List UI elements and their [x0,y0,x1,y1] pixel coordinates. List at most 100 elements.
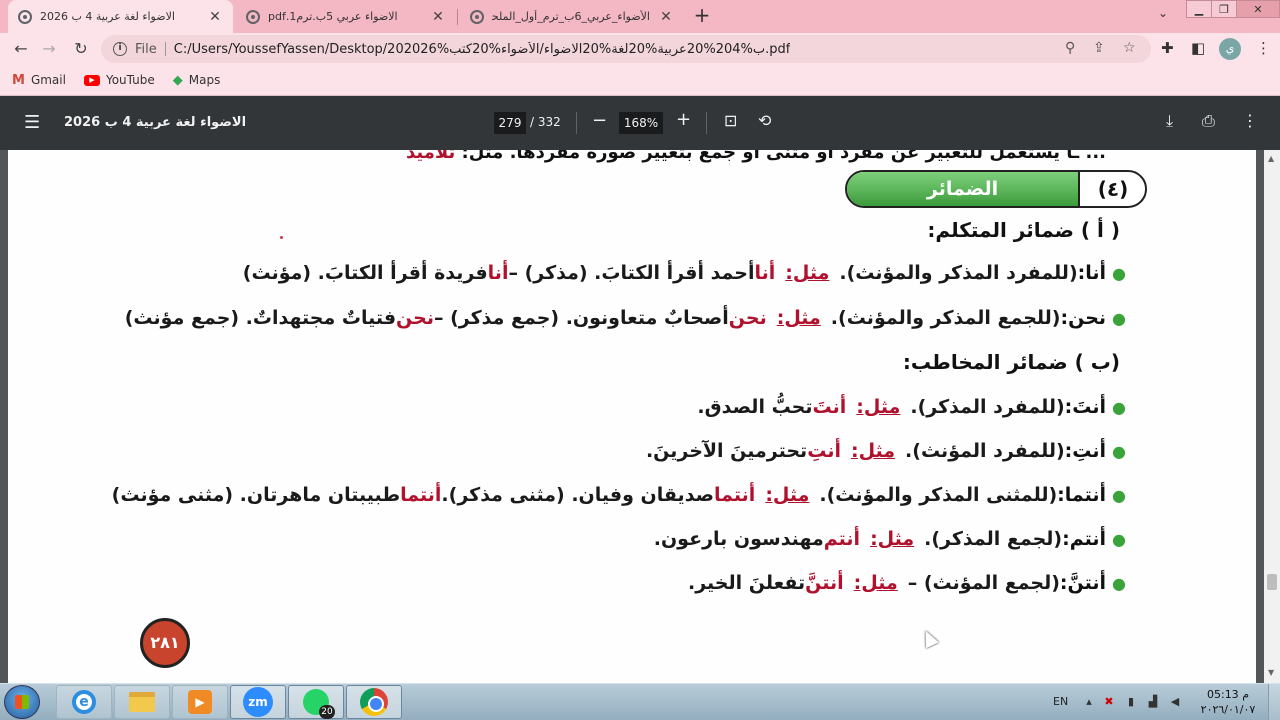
pronoun-usage: (لجمع المذكر). [924,528,1063,550]
new-tab-plus-icon[interactable]: + [690,4,714,28]
more-options-icon[interactable]: ⋮ [1242,111,1258,130]
example-label: مثل: [856,396,901,418]
address-divider [164,42,166,56]
taskbar-media-player[interactable]: ▶ [172,685,228,719]
clock[interactable]: 05:13 م ٢٠٢٦/٠١/٠٧ [1196,687,1260,717]
tab-close-icon[interactable]: ✕ [430,9,446,25]
taskbar-internet-explorer[interactable]: e [56,685,112,719]
bullet-icon: ● [1112,308,1126,328]
bookmark-youtube[interactable]: ▶ YouTube [83,73,155,87]
example-text: تحبُّ الصدق. [697,396,813,418]
share-icon[interactable]: ⇪ [1093,40,1105,56]
forward-arrow-icon[interactable]: → [38,38,60,60]
tab-search-chevron-icon[interactable]: ⌄ [1158,6,1168,20]
example-label: مثل: [853,572,898,594]
tab-close-icon[interactable]: ✕ [658,9,674,25]
pronoun-row: ● أنتَ: (للمفرد المذكر). مثل: أنتَ تحبُّ… [697,396,1126,418]
info-icon[interactable]: i [113,42,127,56]
tab-2[interactable]: الاضواء عربي 5ب.ترم1.pdf ✕ [236,0,456,33]
zoom-magnifier-icon[interactable]: ⚲ [1065,40,1075,56]
vertical-scrollbar[interactable]: ▲ ▼ [1264,150,1280,683]
folder-icon [129,692,155,712]
tab-favicon-icon [470,9,484,24]
pronoun-row: ● نحن: (للجمع المذكر والمؤنث). مثل: نحن … [125,307,1126,329]
example-pronoun: أنا [487,262,509,284]
download-icon[interactable]: ⤓ [1166,111,1173,131]
toolbar-divider [576,112,577,134]
scroll-up-arrow-icon[interactable]: ▲ [1268,154,1274,163]
pronoun: أنتَ: [1064,396,1107,418]
toolbar-divider [706,112,707,134]
restore-icon[interactable]: ❐ [1211,0,1237,18]
zoom-in-icon[interactable]: + [676,109,691,130]
sidebar-menu-icon[interactable]: ☰ [24,114,40,132]
fit-to-page-icon[interactable]: ⊡ [724,111,737,130]
network-error-icon[interactable]: ✖ [1102,696,1116,708]
start-button-windows-icon[interactable] [4,685,40,719]
show-desktop-button[interactable] [1268,684,1280,720]
tab-strip: الاضواء لغة عربية 4 ب 2026 ✕ الاضواء عرب… [0,0,1280,33]
tab-close-icon[interactable]: ✕ [207,9,223,25]
pronoun: أنتما: [1057,484,1107,506]
scrollbar-thumb[interactable] [1267,574,1277,590]
signal-icon[interactable]: ▟ [1146,696,1160,708]
zoom-out-icon[interactable]: − [592,110,607,131]
stray-dot [280,236,283,239]
volume-icon[interactable]: ◀ [1168,696,1182,708]
tab-3[interactable]: الأضواء_عربي_6ب_ترم_أول_الملحق_بداخ ✕ [460,0,684,33]
menu-kebab-icon[interactable]: ⋮ [1256,39,1271,57]
scroll-down-arrow-icon[interactable]: ▼ [1268,668,1274,677]
whatsapp-icon: 20 [303,689,335,719]
tab-favicon-icon [246,9,260,24]
back-arrow-icon[interactable]: ← [10,38,32,60]
pronoun-row: ● أنتم: (لجمع المذكر). مثل: أنتم مهندسون… [654,528,1126,550]
url-text[interactable]: C:/Users/YoussefYassen/Desktop/202026%ب%… [174,42,791,57]
tab-active[interactable]: الاضواء لغة عربية 4 ب 2026 ✕ [8,0,233,33]
internet-explorer-icon: e [72,690,96,714]
pdf-viewer[interactable]: ... ـا يُستعمل للتعبير عن مفرد أو مثنى أ… [0,150,1280,683]
extensions-puzzle-icon[interactable]: ✚ [1161,39,1174,57]
address-bar[interactable]: i File C:/Users/YoussefYassen/Desktop/20… [101,35,1151,63]
example-text: صديقان وفيان. (مثنى مذكر). [441,484,715,506]
example-text: فريدة أقرأ الكتابَ. (مؤنث) [242,262,488,284]
taskbar-zoom[interactable]: zm [230,685,286,719]
battery-icon[interactable]: ▮ [1124,696,1138,708]
pronoun-row: ● أنتنَّ: (لجمع المؤنث) – مثل: أنتنَّ تف… [688,572,1126,594]
tray-expand-arrow-icon[interactable]: ▴ [1082,696,1096,708]
side-panel-icon[interactable]: ◧ [1191,39,1205,57]
page-number-badge: ٢٨١ [140,618,190,668]
section-header: الضمائر (٤) [845,170,1147,208]
minimize-icon[interactable]: ▁ [1186,0,1212,18]
media-player-icon: ▶ [188,690,212,714]
pronoun-usage: (للمفرد المؤنث). [905,440,1065,462]
example-label: مثل: [870,528,915,550]
bookmark-star-icon[interactable]: ☆ [1123,40,1136,56]
taskbar-file-explorer[interactable] [114,685,170,719]
taskbar-whatsapp[interactable]: 20 [288,685,344,719]
example-pronoun: أنا [754,262,776,284]
zoom-level-input[interactable]: 168% [619,112,663,134]
pronoun: أنتم: [1062,528,1107,550]
example-pronoun: نحن [396,307,434,329]
reload-icon[interactable]: ↻ [70,38,92,60]
pdf-page: ... ـا يُستعمل للتعبير عن مفرد أو مثنى أ… [8,150,1256,683]
print-icon[interactable]: ⎙ [1202,111,1215,131]
bookmark-label: Maps [188,73,221,87]
page-number-input[interactable]: 279 [494,112,526,134]
pronoun-row: ● أنتِ: (للمفرد المؤنث). مثل: أنتِ تحترم… [646,440,1126,462]
bookmark-label: YouTube [105,73,155,87]
pronoun-row: ● أنتما: (للمثنى المذكر والمؤنث). مثل: أ… [112,484,1126,506]
rotate-icon[interactable]: ⟲ [758,111,771,130]
url-scheme: File [135,41,157,57]
clock-time: 05:13 م [1206,688,1249,701]
bookmark-gmail[interactable]: M Gmail [12,73,66,88]
language-indicator[interactable]: EN [1053,695,1068,708]
window-close-icon[interactable]: ✕ [1236,0,1280,18]
taskbar-chrome[interactable] [346,685,402,719]
profile-avatar[interactable]: ي [1219,38,1241,60]
pronoun-usage: (للمفرد المذكر). [910,396,1065,418]
window-controls: ▁ ❐ ✕ [1186,0,1280,20]
bookmark-maps[interactable]: ◆ Maps [173,73,221,88]
pdf-title: الاضواء لغة عربية 4 ب 2026 [64,115,247,130]
example-label: مثل: [850,440,896,462]
